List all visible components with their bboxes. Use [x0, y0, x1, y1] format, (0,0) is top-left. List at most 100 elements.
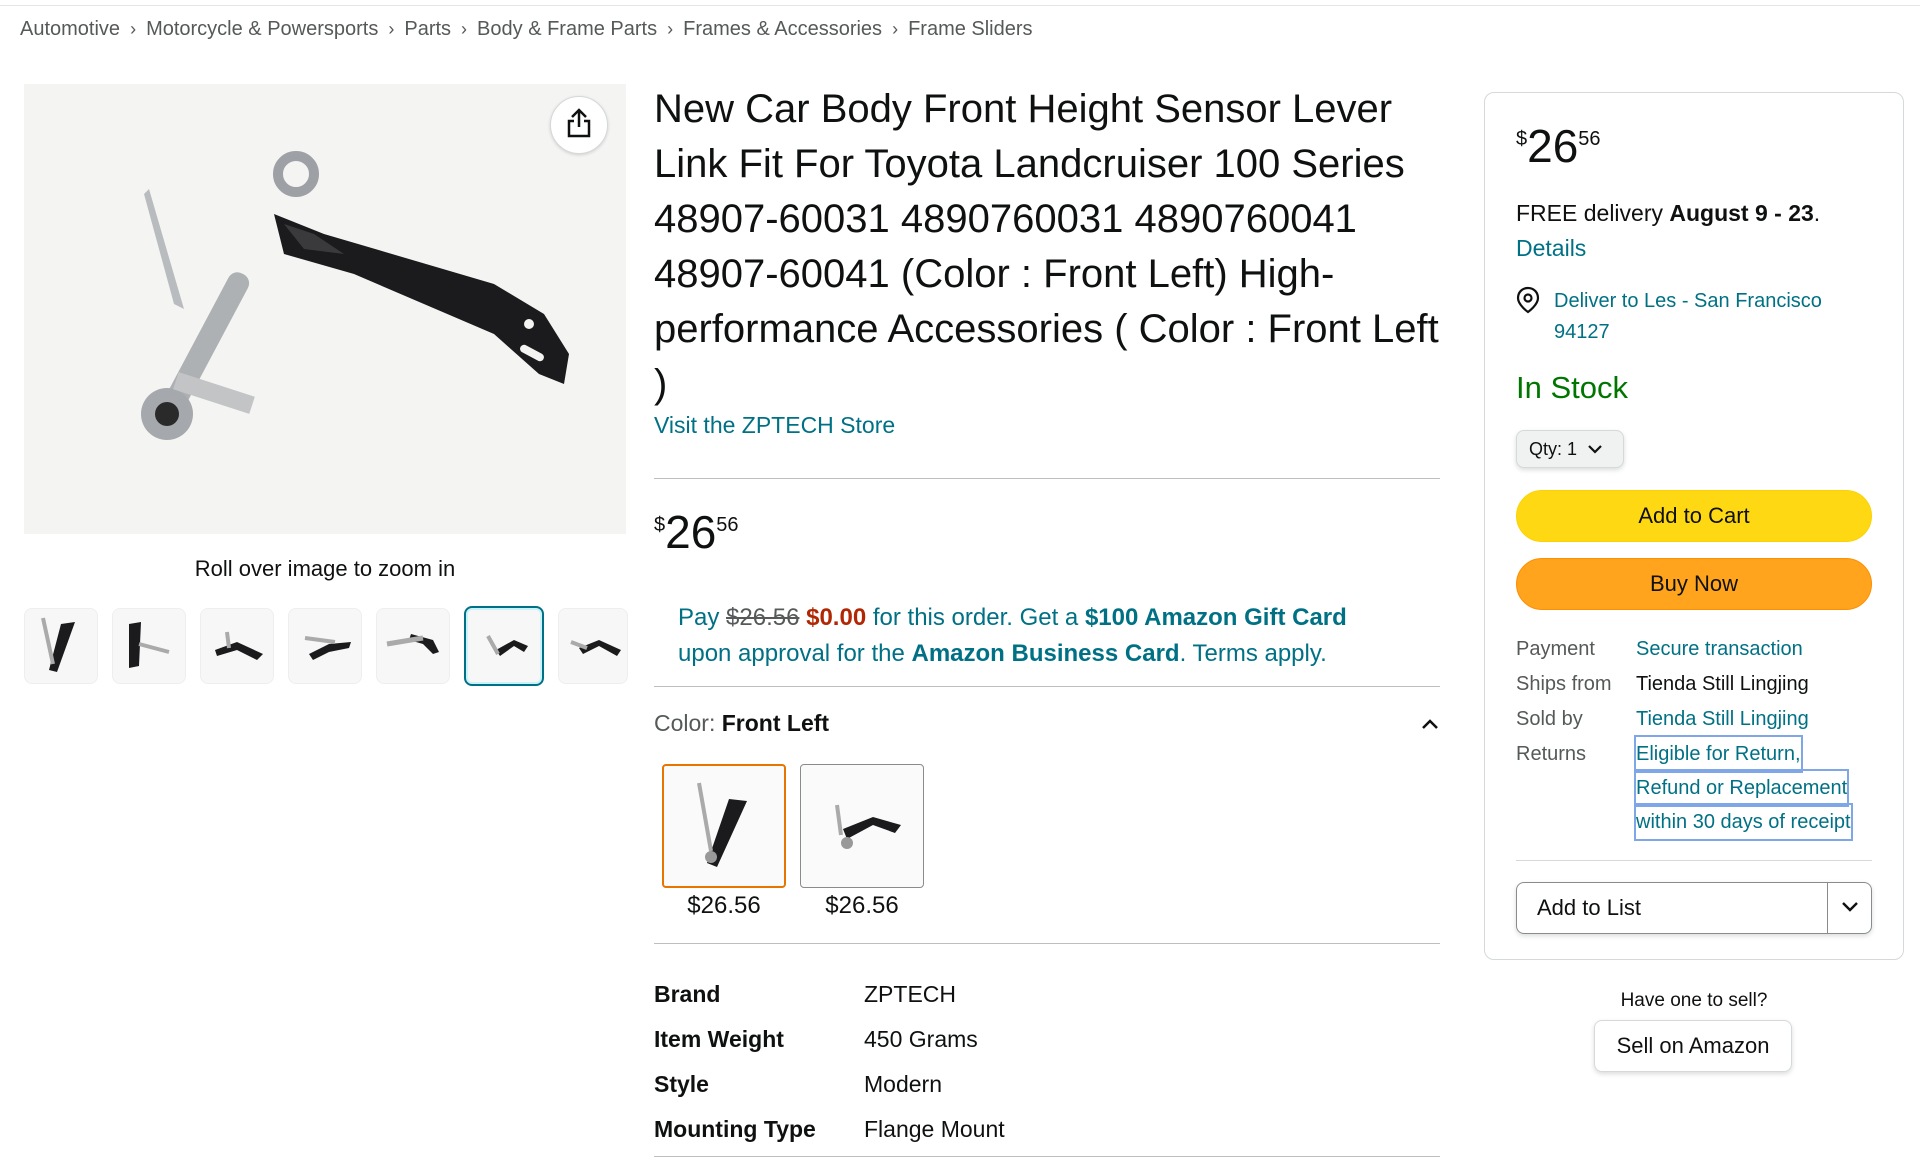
qty-value: 1: [1567, 438, 1578, 459]
delivery-suffix: .: [1813, 200, 1821, 226]
seller-info: Payment Secure transaction Ships from Ti…: [1516, 632, 1853, 841]
deliver-to-line1: Deliver to Les - San Francisco: [1554, 290, 1822, 312]
thumbnail[interactable]: [112, 608, 186, 684]
breadcrumb: Automotive › Motorcycle & Powersports › …: [20, 18, 1033, 41]
spec-value: ZPTECH: [864, 981, 956, 1007]
product-title: New Car Body Front Height Sensor Lever L…: [654, 87, 1439, 406]
thumbnail[interactable]: [558, 608, 628, 684]
breadcrumb-separator: ›: [461, 19, 468, 39]
add-to-list-dropdown[interactable]: [1827, 883, 1871, 933]
zoom-hint: Roll over image to zoom in: [194, 556, 456, 581]
price-symbol: $: [1516, 128, 1528, 150]
spec-key: Brand: [654, 981, 721, 1007]
info-row: Sold by Tienda Still Lingjing: [1516, 702, 1851, 737]
spec-row: Brand ZPTECH: [654, 972, 1005, 1017]
main-product-image[interactable]: [24, 84, 626, 534]
price-symbol: $: [654, 514, 666, 536]
buybox-price: $ 26 56: [1516, 122, 1601, 170]
spec-key: Mounting Type: [654, 1116, 816, 1142]
promo-new-price: $0.00: [806, 604, 867, 631]
divider: [654, 478, 1440, 479]
product-price: $ 26 56: [654, 508, 739, 556]
breadcrumb-link[interactable]: Frame Sliders: [908, 18, 1032, 41]
returns-policy-link[interactable]: Eligible for Return, Refund or Replaceme…: [1633, 735, 1853, 841]
chevron-up-icon[interactable]: [1420, 710, 1440, 737]
thumbnail[interactable]: [288, 608, 362, 684]
add-to-list-button[interactable]: Add to List: [1517, 883, 1827, 933]
deliver-to-line2: 94127: [1554, 321, 1610, 343]
swatch-price: $26.56: [825, 892, 899, 919]
sell-on-amazon-button[interactable]: Sell on Amazon: [1594, 1020, 1792, 1072]
promo-pay: Pay: [678, 604, 720, 631]
price-whole: 26: [665, 506, 717, 558]
thumbnail-selected[interactable]: [464, 606, 544, 686]
top-border: [0, 0, 1920, 6]
buy-now-button[interactable]: Buy Now: [1516, 558, 1872, 610]
info-key: Ships from: [1516, 673, 1612, 695]
spec-row: Style Modern: [654, 1062, 1005, 1107]
swatch-price: $26.56: [687, 892, 761, 919]
breadcrumb-separator: ›: [667, 19, 674, 39]
color-swatch-front-left[interactable]: [662, 764, 786, 888]
delivery-prefix: FREE delivery: [1516, 200, 1663, 226]
secure-transaction-link[interactable]: Secure transaction: [1636, 632, 1803, 667]
product-specs: Brand ZPTECH Item Weight 450 Grams Style…: [654, 972, 1005, 1152]
breadcrumb-link[interactable]: Parts: [404, 18, 451, 41]
color-swatch-option[interactable]: [800, 764, 924, 888]
info-key: Payment: [1516, 638, 1595, 660]
promo-terms: . Terms apply.: [1179, 640, 1327, 667]
add-to-cart-button[interactable]: Add to Cart: [1516, 490, 1872, 542]
promo-text: upon approval for the: [678, 640, 905, 667]
promo-old-price: $26.56: [726, 604, 800, 631]
thumbnail[interactable]: [24, 608, 98, 684]
breadcrumb-link[interactable]: Automotive: [20, 18, 120, 41]
thumbnail-strip: [24, 606, 628, 686]
thumbnail[interactable]: [376, 608, 450, 684]
delivery-details-link[interactable]: Details: [1516, 235, 1586, 261]
stock-status: In Stock: [1516, 370, 1628, 405]
returns-line: Eligible for Return,: [1634, 735, 1803, 773]
spec-key: Style: [654, 1071, 709, 1097]
divider: [654, 943, 1440, 944]
spec-key: Item Weight: [654, 1026, 784, 1052]
color-selector-header[interactable]: Color: Front Left: [654, 710, 1440, 737]
share-icon: [565, 107, 593, 143]
business-card-promo[interactable]: Pay $26.56 $0.00 for this order. Get a $…: [678, 600, 1418, 672]
share-button[interactable]: [550, 96, 608, 154]
spec-value: Flange Mount: [864, 1116, 1005, 1142]
promo-gift-card: $100 Amazon Gift Card: [1084, 604, 1347, 631]
breadcrumb-separator: ›: [892, 19, 899, 39]
qty-label: Qty:: [1529, 438, 1563, 459]
divider: [654, 686, 1440, 687]
spec-row: Mounting Type Flange Mount: [654, 1107, 1005, 1152]
quantity-select[interactable]: Qty: 1: [1516, 430, 1624, 468]
returns-line: within 30 days of receipt: [1634, 803, 1853, 841]
breadcrumb-link[interactable]: Body & Frame Parts: [477, 18, 657, 41]
location-pin-icon: [1516, 286, 1546, 348]
price-fraction: 56: [716, 514, 739, 536]
thumbnail[interactable]: [200, 608, 274, 684]
divider: [1516, 860, 1872, 861]
color-value: Front Left: [721, 710, 830, 736]
info-key: Returns: [1516, 743, 1587, 765]
divider: [654, 1156, 1440, 1157]
price-fraction: 56: [1578, 128, 1601, 150]
seller-link[interactable]: Tienda Still Lingjing: [1636, 702, 1809, 737]
chevron-down-icon: [1841, 899, 1859, 917]
spec-value: 450 Grams: [864, 1026, 978, 1052]
promo-text: for this order. Get a: [872, 604, 1079, 631]
store-link[interactable]: Visit the ZPTECH Store: [654, 412, 895, 439]
price-whole: 26: [1527, 120, 1579, 172]
info-row: Returns Eligible for Return, Refund or R…: [1516, 735, 1853, 841]
spec-row: Item Weight 450 Grams: [654, 1017, 1005, 1062]
info-row: Payment Secure transaction: [1516, 632, 1851, 667]
deliver-to-link[interactable]: Deliver to Les - San Francisco 94127: [1516, 286, 1822, 348]
ships-from-value: Tienda Still Lingjing: [1636, 673, 1809, 695]
breadcrumb-link[interactable]: Frames & Accessories: [683, 18, 882, 41]
color-label: Color:: [654, 710, 716, 736]
delivery-info: FREE delivery August 9 - 23. Details: [1516, 196, 1820, 266]
sell-question: Have one to sell?: [1620, 990, 1768, 1011]
info-row: Ships from Tienda Still Lingjing: [1516, 667, 1851, 702]
breadcrumb-link[interactable]: Motorcycle & Powersports: [146, 18, 378, 41]
chevron-down-icon: [1587, 439, 1603, 460]
